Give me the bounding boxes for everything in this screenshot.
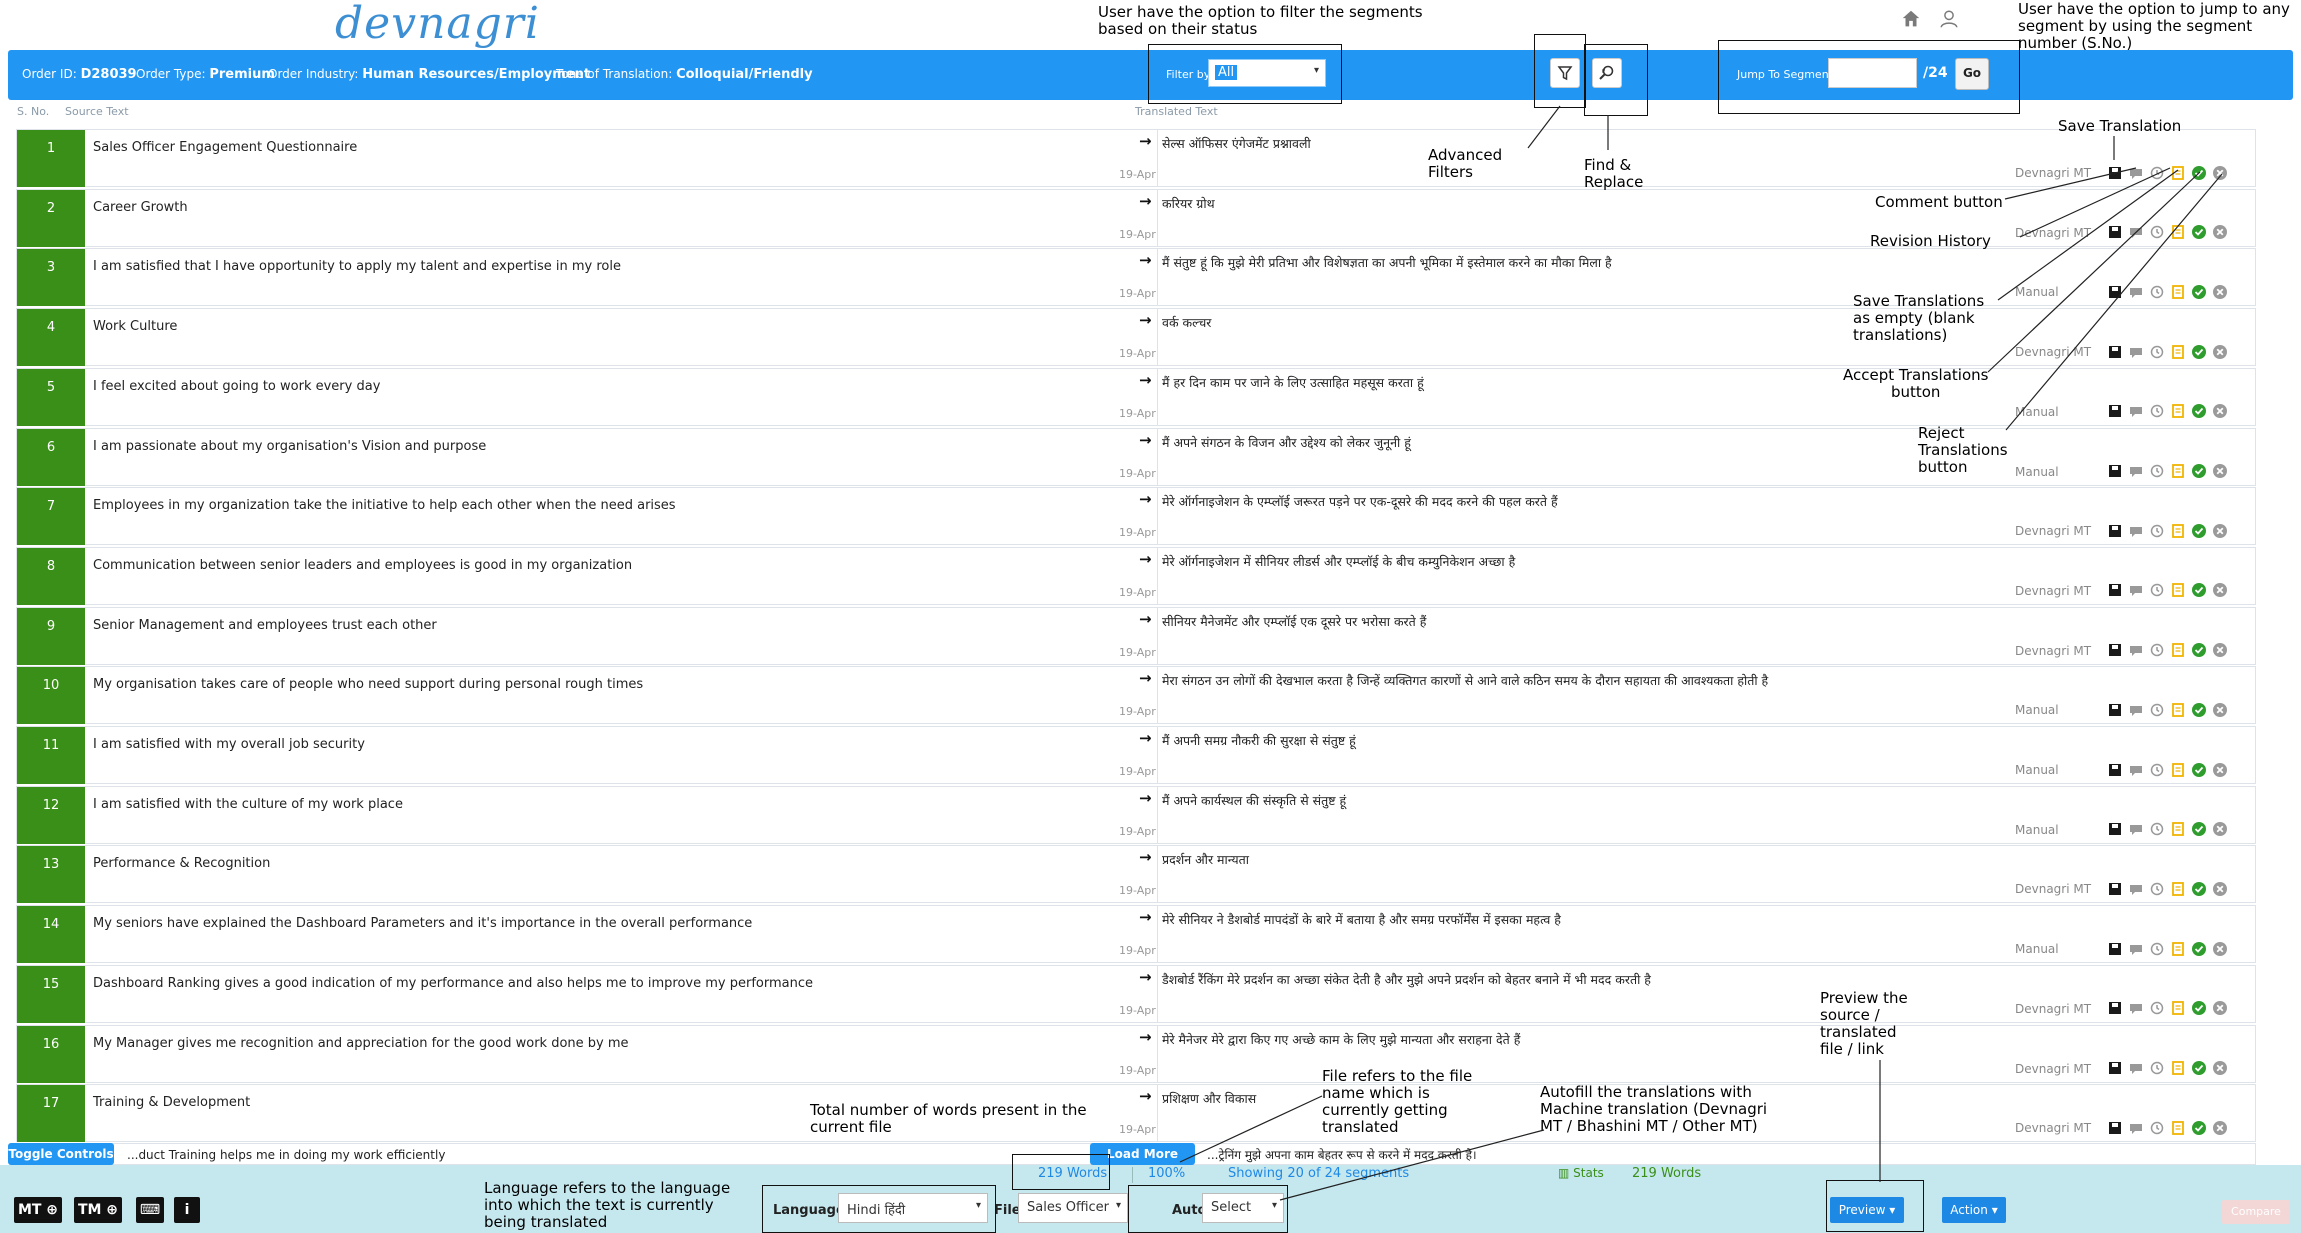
annotation-lines — [1179, 105, 2223, 1201]
